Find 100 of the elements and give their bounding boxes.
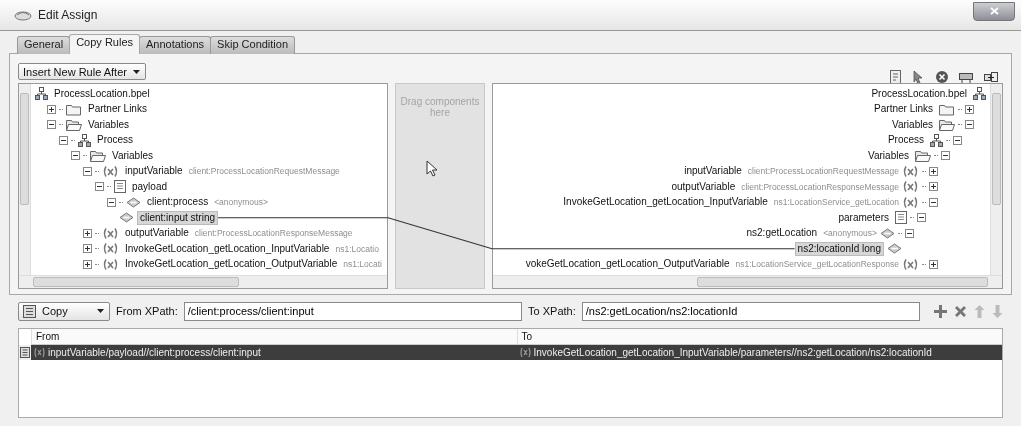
tree-item[interactable]: Variables [865,148,912,163]
rule-path: inputVariable/payload//client:process/client:input [48,347,261,358]
tree-item[interactable]: Process [94,133,137,148]
clear-icon[interactable] [935,70,949,84]
tree-item[interactable]: payload [129,179,171,194]
type-label: client:ProcessLocationResponseMessage [194,228,353,239]
document-icon[interactable] [889,70,903,84]
type-label: client:ProcessLocationRequestMessage [747,166,899,177]
window-title: Edit Assign [38,8,98,22]
delete-icon[interactable] [954,304,967,318]
column-header: From [31,329,517,345]
scrollbar[interactable] [493,275,1002,288]
expand-toggle[interactable] [905,228,914,238]
type-label: client:ProcessLocationResponseMessage [741,181,899,192]
tag-icon[interactable] [958,70,974,84]
to-xpath-field[interactable]: /ns2:getLocation/ns2:locationId [581,301,920,321]
tree-item[interactable]: Partner Links [85,102,150,117]
variable-icon [102,257,119,271]
caret-icon [97,309,104,313]
tree-item[interactable]: ProcessLocation.bpel [868,86,970,101]
tree-item[interactable]: parameters [835,210,892,225]
hierarchy-icon [973,87,986,101]
field-label: To XPath: [528,305,576,317]
variable-icon [902,180,919,194]
expand-toggle[interactable] [83,244,92,254]
expand-toggle[interactable] [917,213,926,223]
expand-toggle[interactable] [59,135,68,145]
type-label: <anonymous> [214,197,268,208]
tree-item[interactable]: vokeGetLocation_getLocation_OutputVariable [522,257,733,272]
document-icon [23,304,36,318]
variable-icon [102,164,119,178]
tree-item[interactable]: outputVariable [122,226,192,241]
document-icon [895,211,907,225]
tab[interactable]: General [17,36,71,54]
diamond-icon [126,196,141,208]
tab[interactable]: Copy Rules [69,34,140,54]
expand-toggle[interactable] [965,104,974,114]
tree-item[interactable]: InvokeGetLocation_getLocation_OutputVariable [122,257,341,272]
tab[interactable]: Skip Condition [210,36,296,54]
expand-toggle[interactable] [929,197,938,207]
tree-item[interactable]: InvokeGetLocation_getLocation_InputVariable [122,241,333,256]
tree-item[interactable]: Variables [85,117,132,132]
expand-toggle[interactable] [929,166,938,176]
tab[interactable]: Annotations [139,36,212,54]
open-folder-icon [939,118,955,132]
tree-item[interactable]: Variables [109,148,156,163]
expand-toggle[interactable] [107,197,116,207]
tree-item[interactable]: client:input string [137,210,219,225]
expand-toggle[interactable] [71,151,80,161]
hierarchy-icon [35,87,48,101]
column-header: To [516,329,1002,345]
expand-toggle[interactable] [83,166,92,176]
expand-toggle[interactable] [929,259,938,269]
tree-item[interactable]: ProcessLocation.bpel [51,86,153,101]
variable-icon [102,226,119,240]
expand-toggle[interactable] [965,120,974,130]
expand-toggle[interactable] [47,120,56,130]
expand-toggle[interactable] [83,259,92,269]
type-label: ns1:LocationService_getLocationResponse [735,259,899,270]
scrollbar[interactable] [19,275,387,288]
tree-item[interactable]: inputVariable [122,164,186,179]
variable-icon [902,257,919,271]
tree-item[interactable]: InvokeGetLocation_getLocation_InputVariable [560,195,771,210]
type-label: ns1:Locatio [335,243,379,254]
type-label: client:ProcessLocationRequestMessage [188,166,340,177]
expand-toggle[interactable] [929,182,938,192]
tree-item[interactable]: inputVariable [681,164,745,179]
from-xpath-field[interactable]: /client:process/client:input [183,301,523,321]
tree-item[interactable]: client:process [144,195,212,210]
folder-icon [939,102,955,116]
mouse-cursor-icon [426,160,437,177]
tree-item[interactable]: outputVariable [668,179,739,194]
rule-row-cell[interactable]: InvokeGetLocation_getLocation_InputVariable/parameters//ns2:getLocation/ns2:locationId [516,345,1002,360]
tree-item[interactable]: ns2:locationId long [794,241,884,256]
app-icon [14,9,32,21]
operation-dropdown[interactable]: Copy [18,301,110,321]
variable-icon [102,242,119,256]
expand-toggle[interactable] [941,151,950,161]
tree-item[interactable]: ns2:getLocation [743,226,821,241]
link-icon[interactable] [983,70,999,84]
scrollbar[interactable] [19,84,31,275]
hierarchy-icon [930,133,943,147]
tree-item[interactable]: Variables [889,117,936,132]
diamond-icon [880,227,895,239]
tree-item[interactable]: Partner Links [871,102,936,117]
tree-item[interactable]: Process [884,133,927,148]
add-icon[interactable] [934,304,947,318]
folder-icon [66,102,82,116]
scrollbar[interactable] [990,84,1002,275]
insert-rule-dropdown[interactable]: Insert New Rule After [18,63,146,80]
expand-toggle[interactable] [83,228,92,238]
close-button[interactable] [973,1,1015,21]
assign-icon [34,347,45,358]
assign-icon [519,347,531,358]
rule-row-cell[interactable]: inputVariable/payload//client:process/client:input [31,345,517,360]
expand-toggle[interactable] [95,182,104,192]
expand-toggle[interactable] [47,104,56,114]
expand-toggle[interactable] [953,135,962,145]
type-label: ns1:Locati [343,259,382,270]
variable-icon [902,195,919,209]
